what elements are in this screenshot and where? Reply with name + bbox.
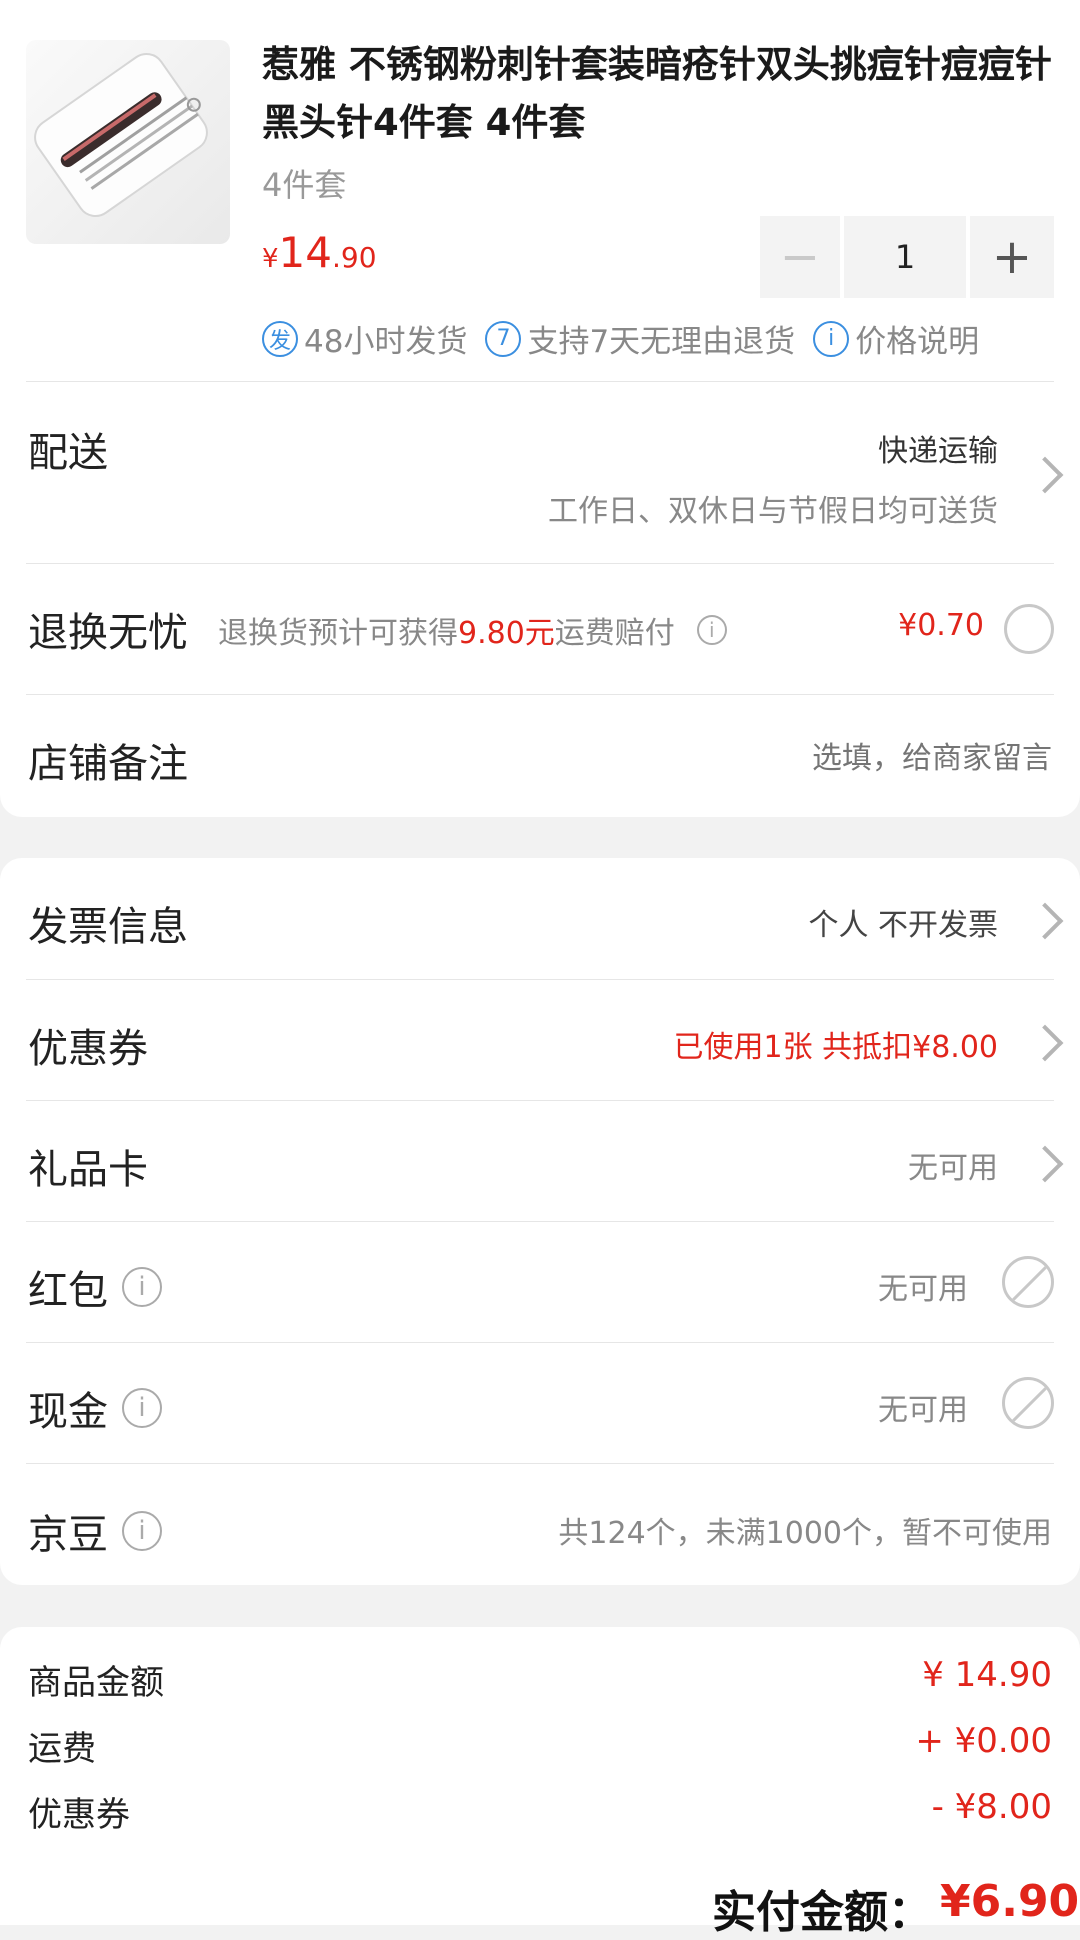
price-info-link[interactable]: 价格说明 xyxy=(855,316,979,361)
actual-payment-value: ¥6.90 xyxy=(940,1876,1080,1927)
gift-card-value: 无可用 xyxy=(908,1151,998,1186)
coupon-discount-value: - ¥8.00 xyxy=(931,1787,1052,1827)
coupon-value: 已使用1张 共抵扣¥8.00 xyxy=(673,1030,998,1065)
tweezer-set-image xyxy=(34,52,208,218)
store-remark-label: 店铺备注 xyxy=(28,741,188,787)
return-insurance-checkbox[interactable] xyxy=(1004,604,1054,654)
payment-options-card: 发票信息 个人 不开发票 优惠券 已使用1张 共抵扣¥8.00 礼品卡 无可用 … xyxy=(0,858,1080,1585)
invoice-value: 个人 不开发票 xyxy=(808,908,998,943)
info-icon[interactable]: i xyxy=(122,1267,162,1307)
cash-value: 无可用 xyxy=(878,1393,968,1428)
chevron-right-icon xyxy=(1026,456,1064,494)
return-desc-prefix: 退换货预计可获得 xyxy=(218,616,458,651)
gift-card-label: 礼品卡 xyxy=(28,1147,148,1193)
coupon-label: 优惠券 xyxy=(28,1026,148,1072)
shipping-fee-value: + ¥0.00 xyxy=(915,1721,1052,1761)
store-remark-input[interactable] xyxy=(610,733,1054,783)
jingdou-label-group: 京豆 i xyxy=(28,1502,162,1560)
product-price: ¥14.90 xyxy=(262,228,377,277)
ship-48h-text: 48小时发货 xyxy=(304,324,468,360)
red-packet-value: 无可用 xyxy=(878,1272,968,1307)
goods-amount-label: 商品金额 xyxy=(28,1663,164,1703)
actual-payment-label: 实付金额： xyxy=(712,1887,932,1938)
service-badges: 发 48小时发货 7 支持7天无理由退货 i 价格说明 xyxy=(262,316,997,361)
price-integer: 14 xyxy=(278,228,332,277)
seven-day-return-text: 支持7天无理由退货 xyxy=(527,324,796,360)
goods-amount-value: ¥ 14.90 xyxy=(922,1655,1052,1695)
info-icon[interactable]: i xyxy=(696,615,727,645)
jingdou-label: 京豆 xyxy=(28,1512,108,1558)
product-thumbnail[interactable] xyxy=(26,40,230,244)
product-title[interactable]: 惹雅 不锈钢粉刺针套装暗疮针双头挑痘针痘痘针黑头针4件套 4件套 xyxy=(262,36,1062,152)
coupon-row[interactable]: 优惠券 已使用1张 共抵扣¥8.00 xyxy=(0,980,1080,1100)
delivery-method: 快递运输 xyxy=(878,434,998,469)
chevron-right-icon xyxy=(1026,902,1064,940)
chevron-right-icon xyxy=(1026,1145,1064,1183)
return-insurance-label: 退换无忧 xyxy=(28,610,188,656)
chevron-right-icon xyxy=(1026,1024,1064,1062)
delivery-label: 配送 xyxy=(28,430,108,476)
gift-card-row[interactable]: 礼品卡 无可用 xyxy=(0,1101,1080,1221)
return-insurance-desc: 退换货预计可获得 9.80元 运费赔付 i xyxy=(218,608,727,652)
cash-label: 现金 xyxy=(28,1389,108,1435)
return-desc-amount: 9.80元 xyxy=(458,616,555,651)
return-insurance-row: 退换无忧 退换货预计可获得 9.80元 运费赔付 i ¥0.70 xyxy=(0,564,1080,694)
red-packet-row: 红包 i 无可用 xyxy=(0,1222,1080,1342)
unavailable-icon xyxy=(1002,1377,1054,1429)
price-decimal: .90 xyxy=(332,241,377,274)
delivery-note: 工作日、双休日与节假日均可送货 xyxy=(548,494,998,529)
price-currency: ¥ xyxy=(262,244,279,274)
shipping-fee-label: 运费 xyxy=(28,1729,96,1769)
cash-label-group: 现金 i xyxy=(28,1379,162,1437)
cash-row: 现金 i 无可用 xyxy=(0,1343,1080,1463)
coupon-discount-label: 优惠券 xyxy=(28,1795,130,1835)
return-desc-suffix: 运费赔付 xyxy=(554,616,675,651)
product-spec: 4件套 xyxy=(262,166,347,204)
jingdou-row: 京豆 i 共124个，未满1000个，暂不可使用 xyxy=(0,1464,1080,1585)
store-remark-row: 店铺备注 xyxy=(0,695,1080,817)
red-packet-label: 红包 xyxy=(28,1268,108,1314)
return-insurance-price: ¥0.70 xyxy=(898,608,984,643)
increase-quantity-button[interactable]: + xyxy=(970,216,1054,298)
info-icon[interactable]: i xyxy=(122,1511,162,1551)
delivery-row[interactable]: 配送 快递运输 工作日、双休日与节假日均可送货 xyxy=(0,382,1080,562)
invoice-row[interactable]: 发票信息 个人 不开发票 xyxy=(0,858,1080,978)
quantity-value[interactable]: 1 xyxy=(844,216,966,298)
ship-badge-icon: 发 xyxy=(262,320,298,357)
red-packet-label-group: 红包 i xyxy=(28,1258,162,1316)
quantity-stepper: − 1 + xyxy=(760,216,1054,298)
invoice-label: 发票信息 xyxy=(28,904,188,950)
order-item-card: 惹雅 不锈钢粉刺针套装暗疮针双头挑痘针痘痘针黑头针4件套 4件套 4件套 ¥14… xyxy=(0,0,1080,817)
seven-day-return-icon: 7 xyxy=(485,320,522,357)
price-info-icon[interactable]: i xyxy=(813,320,850,357)
unavailable-icon xyxy=(1002,1256,1054,1308)
decrease-quantity-button[interactable]: − xyxy=(760,216,840,298)
info-icon[interactable]: i xyxy=(122,1388,162,1428)
jingdou-value: 共124个，未满1000个，暂不可使用 xyxy=(558,1516,1052,1551)
